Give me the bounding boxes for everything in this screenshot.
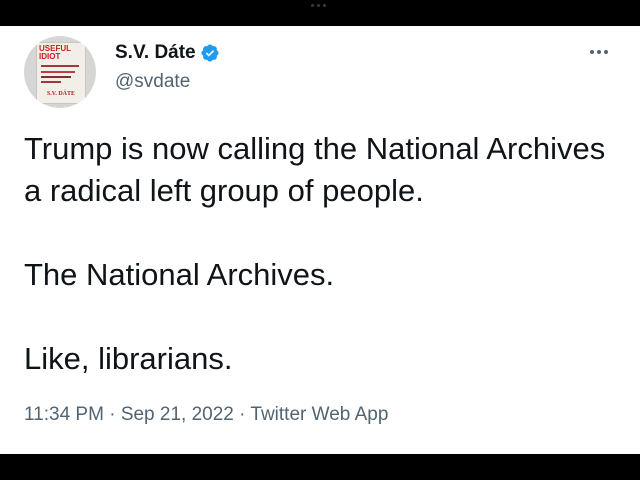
- window-dots-icon: [311, 4, 326, 7]
- tweet-paragraph: The National Archives.: [24, 257, 335, 292]
- tweet-source[interactable]: Twitter Web App: [250, 404, 388, 425]
- tweet-card: USEFUL IDIOT S.V. DÁTE S.V. Dáte @svdate…: [0, 26, 640, 454]
- more-options-icon[interactable]: [590, 50, 608, 54]
- meta-separator: ·: [109, 404, 116, 425]
- bottom-bar: [0, 454, 640, 480]
- tweet-paragraph: Trump is now calling the National Archiv…: [24, 131, 606, 208]
- meta-separator: ·: [239, 404, 246, 425]
- book-title: USEFUL IDIOT: [39, 44, 71, 61]
- tweet-meta: 11:34 PM · Sep 21, 2022 · Twitter Web Ap…: [24, 404, 388, 426]
- handle[interactable]: @svdate: [115, 71, 190, 93]
- book-cover-image: USEFUL IDIOT S.V. DÁTE: [36, 42, 86, 104]
- author-name-row: S.V. Dáte: [115, 42, 220, 64]
- tweet-date[interactable]: Sep 21, 2022: [121, 404, 234, 425]
- display-name[interactable]: S.V. Dáte: [115, 42, 196, 64]
- avatar[interactable]: USEFUL IDIOT S.V. DÁTE: [24, 36, 96, 108]
- tweet-time[interactable]: 11:34 PM: [24, 404, 104, 425]
- verified-badge-icon: [201, 44, 219, 62]
- top-bar: [0, 0, 640, 26]
- book-author: S.V. DÁTE: [46, 91, 76, 97]
- tweet-text: Trump is now calling the National Archiv…: [24, 128, 624, 380]
- tweet-paragraph: Like, librarians.: [24, 341, 233, 376]
